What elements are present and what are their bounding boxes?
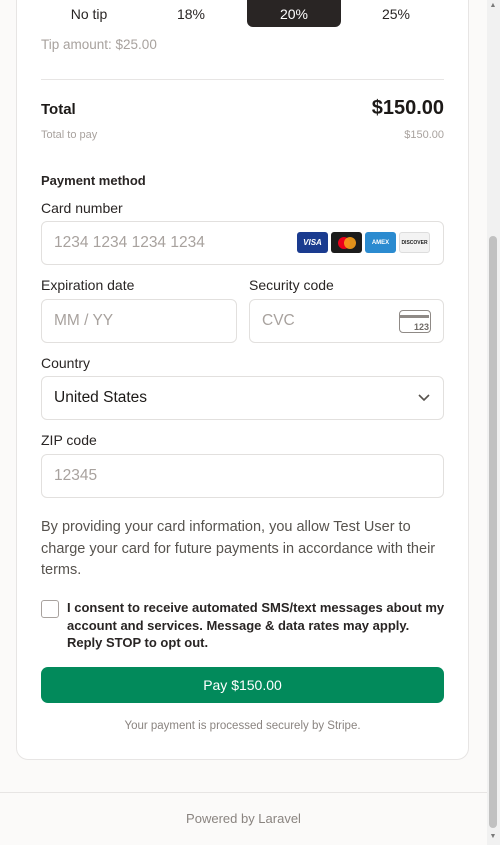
country-value: United States (54, 389, 148, 406)
zip-input[interactable]: 12345 (41, 454, 444, 498)
scrollbar-thumb[interactable] (489, 236, 497, 828)
total-value: $150.00 (371, 97, 444, 119)
card-number-label: Card number (41, 200, 123, 216)
divider (41, 79, 444, 80)
tip-option-20[interactable]: 20% (247, 0, 341, 27)
scroll-up-icon[interactable]: ▲ (489, 2, 497, 10)
zip-placeholder: 12345 (54, 467, 98, 484)
cvc-icon: 123 (399, 310, 431, 333)
tip-option-25[interactable]: 25% (349, 0, 443, 27)
consent-checkbox[interactable] (41, 600, 59, 618)
scroll-down-icon[interactable]: ▼ (489, 833, 497, 841)
chevron-down-icon (418, 394, 430, 402)
cvc-icon-text: 123 (413, 322, 429, 332)
country-select[interactable]: United States (41, 376, 444, 420)
country-label: Country (41, 355, 91, 371)
pay-button[interactable]: Pay $150.00 (41, 667, 444, 703)
consent-text: I consent to receive automated SMS/text … (67, 600, 445, 650)
amex-icon: AMEX (365, 232, 396, 253)
discover-icon: DISCOVER (399, 232, 430, 253)
expiration-label: Expiration date (41, 277, 135, 293)
payment-method-title: Payment method (41, 173, 146, 188)
security-code-placeholder: CVC (262, 312, 295, 329)
security-code-label: Security code (249, 277, 334, 293)
card-terms-text: By providing your card information, you … (41, 519, 436, 578)
visa-icon: VISA (297, 232, 328, 253)
secure-note: Your payment is processed securely by St… (124, 720, 361, 732)
expiration-input[interactable]: MM / YY (41, 299, 237, 343)
tip-amount: Tip amount: $25.00 (41, 37, 157, 52)
total-to-pay-label: Total to pay (41, 129, 98, 141)
footer-text: Powered by Laravel (186, 811, 301, 826)
tip-option-18[interactable]: 18% (143, 0, 239, 27)
total-to-pay-value: $150.00 (404, 129, 444, 141)
mastercard-icon (331, 232, 362, 253)
expiration-placeholder: MM / YY (54, 312, 114, 329)
total-label: Total (41, 101, 76, 118)
zip-label: ZIP code (41, 432, 97, 448)
footer-divider (0, 792, 487, 793)
tip-option-none[interactable]: No tip (41, 0, 137, 27)
card-number-placeholder: 1234 1234 1234 1234 (54, 234, 205, 251)
